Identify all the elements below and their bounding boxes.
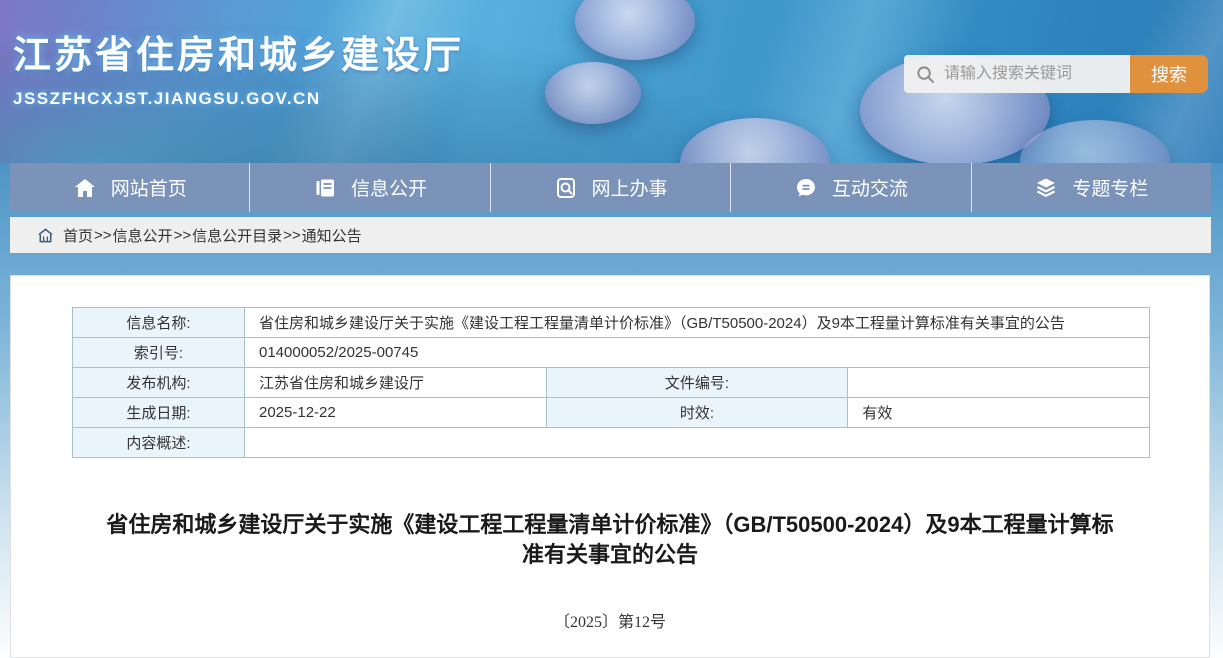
header-photo-dome (575, 0, 695, 60)
index-number-value: 014000052/2025-00745 (245, 338, 1150, 368)
summary-label: 内容概述: (73, 428, 245, 458)
summary-value (245, 428, 1150, 458)
table-row: 内容概述: (73, 428, 1150, 458)
issuing-org-value: 江苏省住房和城乡建设厅 (245, 368, 547, 398)
publish-date-label: 生成日期: (73, 398, 245, 428)
nav-item-online-service[interactable]: 网上办事 (490, 163, 730, 212)
breadcrumb-home-icon (37, 227, 54, 244)
nav-item-home[interactable]: 网站首页 (10, 163, 249, 212)
breadcrumb-item-info-disclosure[interactable]: 信息公开 (113, 225, 173, 246)
issuing-org-label: 发布机构: (73, 368, 245, 398)
search-bar: 搜索 (904, 55, 1208, 93)
header-photo-dome (545, 62, 641, 124)
nav-item-label: 互动交流 (832, 174, 908, 201)
breadcrumb-separator: >> (174, 227, 192, 244)
header-photo-dome (680, 118, 830, 163)
site-title: 江苏省住房和城乡建设厅 (13, 24, 464, 79)
info-name-value: 省住房和城乡建设厅关于实施《建设工程工程量清单计价标准》（GB/T50500-2… (245, 308, 1150, 338)
nav-item-interaction[interactable]: 互动交流 (730, 163, 970, 212)
site-url: JSSZFHCXJST.JIANGSU.GOV.CN (13, 89, 464, 109)
table-row: 信息名称: 省住房和城乡建设厅关于实施《建设工程工程量清单计价标准》（GB/T5… (73, 308, 1150, 338)
header-photo-dome (1020, 120, 1170, 163)
main-content: 信息名称: 省住房和城乡建设厅关于实施《建设工程工程量清单计价标准》（GB/T5… (10, 275, 1210, 658)
table-row: 索引号: 014000052/2025-00745 (73, 338, 1150, 368)
index-number-label: 索引号: (73, 338, 245, 368)
search-input-wrap (904, 55, 1130, 93)
main-nav: 网站首页 信息公开 网上办事 互动交流 专题专栏 (10, 163, 1211, 212)
site-brand: 江苏省住房和城乡建设厅 JSSZFHCXJST.JIANGSU.GOV.CN (13, 24, 464, 109)
search-input[interactable] (944, 65, 1114, 83)
table-row: 发布机构: 江苏省住房和城乡建设厅 文件编号: (73, 368, 1150, 398)
nav-item-info-disclosure[interactable]: 信息公开 (249, 163, 489, 212)
interaction-icon (794, 176, 818, 200)
nav-item-topics[interactable]: 专题专栏 (971, 163, 1211, 212)
breadcrumb-item-directory[interactable]: 信息公开目录 (192, 225, 282, 246)
article-doc-number: 〔2025〕第12号 (11, 608, 1209, 632)
validity-value: 有效 (848, 398, 1150, 428)
breadcrumb-separator: >> (94, 227, 112, 244)
document-info-table: 信息名称: 省住房和城乡建设厅关于实施《建设工程工程量清单计价标准》（GB/T5… (72, 307, 1150, 458)
info-name-label: 信息名称: (73, 308, 245, 338)
validity-label: 时效: (546, 398, 848, 428)
nav-item-label: 信息公开 (351, 174, 427, 201)
nav-item-label: 网上办事 (592, 174, 668, 201)
site-header: 江苏省住房和城乡建设厅 JSSZFHCXJST.JIANGSU.GOV.CN 搜… (0, 0, 1223, 163)
table-row: 生成日期: 2025-12-22 时效: 有效 (73, 398, 1150, 428)
publish-date-value: 2025-12-22 (245, 398, 547, 428)
nav-item-label: 专题专栏 (1072, 174, 1148, 201)
search-icon (916, 65, 935, 84)
info-disclosure-icon (313, 176, 337, 200)
breadcrumb-separator: >> (283, 227, 301, 244)
search-button[interactable]: 搜索 (1130, 55, 1208, 93)
home-icon (73, 176, 97, 200)
doc-number-label: 文件编号: (546, 368, 848, 398)
breadcrumb: 首页 >> 信息公开 >> 信息公开目录 >> 通知公告 (10, 217, 1211, 253)
topics-icon (1034, 176, 1058, 200)
online-service-icon (554, 176, 578, 200)
nav-item-label: 网站首页 (111, 174, 187, 201)
doc-number-value (848, 368, 1150, 398)
breadcrumb-item-notices[interactable]: 通知公告 (302, 225, 362, 246)
breadcrumb-item-home[interactable]: 首页 (63, 225, 93, 246)
article-title: 省住房和城乡建设厅关于实施《建设工程工程量清单计价标准》（GB/T50500-2… (105, 510, 1115, 570)
